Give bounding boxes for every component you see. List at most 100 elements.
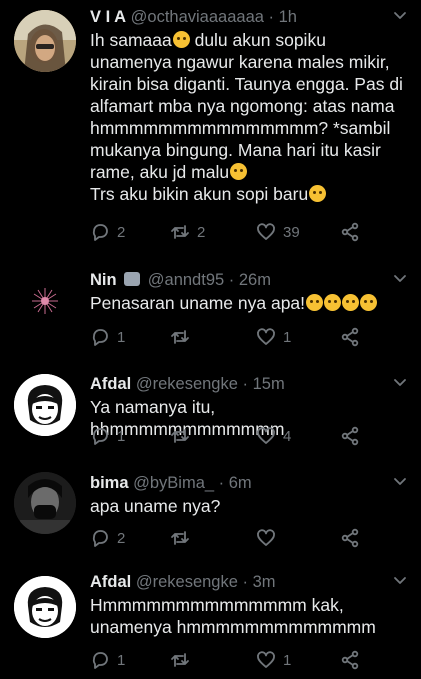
like-button[interactable]: 1: [256, 327, 291, 347]
tweet-text: Ih samaaa dulu akun sopiku unamenya ngaw…: [90, 30, 403, 204]
like-icon: [257, 529, 275, 546]
tweet[interactable]: Nin @anndt95 · 26m Penasaran uname nya a…: [0, 262, 421, 362]
tweet[interactable]: Afdal @rekesengke · 3m Hmmmmmmmmmmmmmm k…: [0, 566, 421, 679]
share-icon: [341, 327, 359, 347]
laughing-emoji-icon: [342, 294, 360, 311]
reply-count: 2: [117, 529, 126, 547]
laughing-emoji-icon: [324, 294, 342, 311]
retweet-icon: [171, 531, 189, 545]
reply-icon: [92, 652, 108, 669]
retweet-button[interactable]: [170, 426, 197, 446]
retweet-count: 2: [197, 223, 206, 241]
reply-count: 1: [117, 651, 126, 669]
share-button[interactable]: [340, 327, 360, 347]
retweet-icon: [171, 429, 189, 443]
tweet-header: Afdal @rekesengke · 15m: [90, 374, 407, 394]
chevron-down-icon[interactable]: [393, 475, 407, 489]
like-icon: [257, 328, 275, 345]
reply-icon: [92, 224, 108, 241]
timestamp[interactable]: 3m: [253, 573, 276, 591]
reply-button[interactable]: 1: [90, 426, 125, 446]
like-button[interactable]: [256, 528, 283, 548]
tweet-text: apa uname nya?: [90, 496, 221, 516]
like-count: 1: [283, 651, 292, 669]
tweet-header: bima @byBima_ · 6m: [90, 473, 407, 493]
separator-dot: ·: [242, 375, 249, 393]
retweet-button[interactable]: [170, 650, 197, 670]
timestamp[interactable]: 6m: [229, 474, 252, 492]
user-handle[interactable]: @anndt95: [148, 271, 224, 289]
wolf-emoji-icon: [124, 272, 141, 286]
display-name[interactable]: Afdal: [90, 375, 131, 393]
like-icon: [257, 223, 275, 240]
retweet-button[interactable]: [170, 327, 197, 347]
share-button[interactable]: [340, 222, 360, 242]
display-name[interactable]: Afdal: [90, 573, 131, 591]
avatar[interactable]: [14, 472, 76, 534]
share-button[interactable]: [340, 650, 360, 670]
tweet-text: Hmmmmmmmmmmmmmm kak, unamenya hmmmmmmmmm…: [90, 595, 376, 637]
crying-emoji-icon: [306, 294, 324, 311]
reply-count: 1: [117, 427, 126, 445]
tweet-header: Nin @anndt95 · 26m: [90, 270, 407, 290]
separator-dot: ·: [268, 8, 275, 26]
tweet-header: Afdal @rekesengke · 3m: [90, 572, 407, 592]
user-handle[interactable]: @rekesengke: [136, 375, 238, 393]
separator-dot: ·: [228, 271, 235, 289]
share-button[interactable]: [340, 528, 360, 548]
tweet-actions: 2 2 39: [0, 222, 421, 244]
retweet-button[interactable]: 2: [170, 222, 205, 242]
avatar[interactable]: [26, 282, 64, 320]
display-name[interactable]: bima: [90, 474, 129, 492]
like-count: 39: [283, 223, 300, 241]
tweet[interactable]: bima @byBima_ · 6m apa uname nya? 2: [0, 466, 421, 566]
like-button[interactable]: 39: [256, 222, 300, 242]
share-icon: [341, 650, 359, 670]
tweet-actions: 1 1: [0, 327, 421, 349]
reply-thread: V I A @octhaviaaaaaaa · 1h Ih samaaa dul…: [0, 0, 421, 679]
chevron-down-icon[interactable]: [393, 574, 407, 588]
timestamp[interactable]: 1h: [279, 8, 297, 26]
retweet-icon: [171, 653, 189, 667]
like-count: 1: [283, 328, 292, 346]
retweet-button[interactable]: [170, 528, 197, 548]
user-handle[interactable]: @byBima_: [133, 474, 214, 492]
tweet-text: Penasaran uname nya apa!: [90, 292, 407, 314]
reply-count: 2: [117, 223, 126, 241]
tweet[interactable]: V I A @octhaviaaaaaaa · 1h Ih samaaa dul…: [0, 0, 421, 250]
crying-emoji-icon: [230, 163, 248, 180]
tweet-actions: 1 4: [0, 426, 421, 448]
like-button[interactable]: 4: [256, 426, 291, 446]
avatar[interactable]: [14, 10, 76, 72]
reply-icon: [92, 428, 108, 445]
separator-dot: ·: [242, 573, 249, 591]
like-icon: [257, 427, 275, 444]
user-handle[interactable]: @octhaviaaaaaaa: [131, 8, 264, 26]
reply-button[interactable]: 2: [90, 222, 125, 242]
reply-button[interactable]: 1: [90, 650, 125, 670]
reply-count: 1: [117, 328, 126, 346]
avatar[interactable]: [14, 576, 76, 638]
share-icon: [341, 528, 359, 548]
like-button[interactable]: 1: [256, 650, 291, 670]
user-handle[interactable]: @rekesengke: [136, 573, 238, 591]
chevron-down-icon[interactable]: [393, 376, 407, 390]
tweet-actions: 1 1: [0, 650, 421, 672]
separator-dot: ·: [218, 474, 225, 492]
tweet-actions: 2: [0, 528, 421, 550]
timestamp[interactable]: 15m: [253, 375, 285, 393]
chevron-down-icon[interactable]: [393, 9, 407, 23]
reply-button[interactable]: 1: [90, 327, 125, 347]
crying-emoji-icon: [360, 294, 378, 311]
crying-emoji-icon: [309, 185, 327, 202]
reply-button[interactable]: 2: [90, 528, 125, 548]
share-icon: [341, 426, 359, 446]
tweet[interactable]: Afdal @rekesengke · 15m Ya namanya itu, …: [0, 366, 421, 466]
display-name[interactable]: Nin: [90, 271, 117, 289]
like-icon: [257, 651, 275, 668]
timestamp[interactable]: 26m: [239, 271, 271, 289]
reply-icon: [92, 530, 108, 547]
chevron-down-icon[interactable]: [393, 272, 407, 286]
display-name[interactable]: V I A: [90, 8, 126, 26]
share-button[interactable]: [340, 426, 360, 446]
